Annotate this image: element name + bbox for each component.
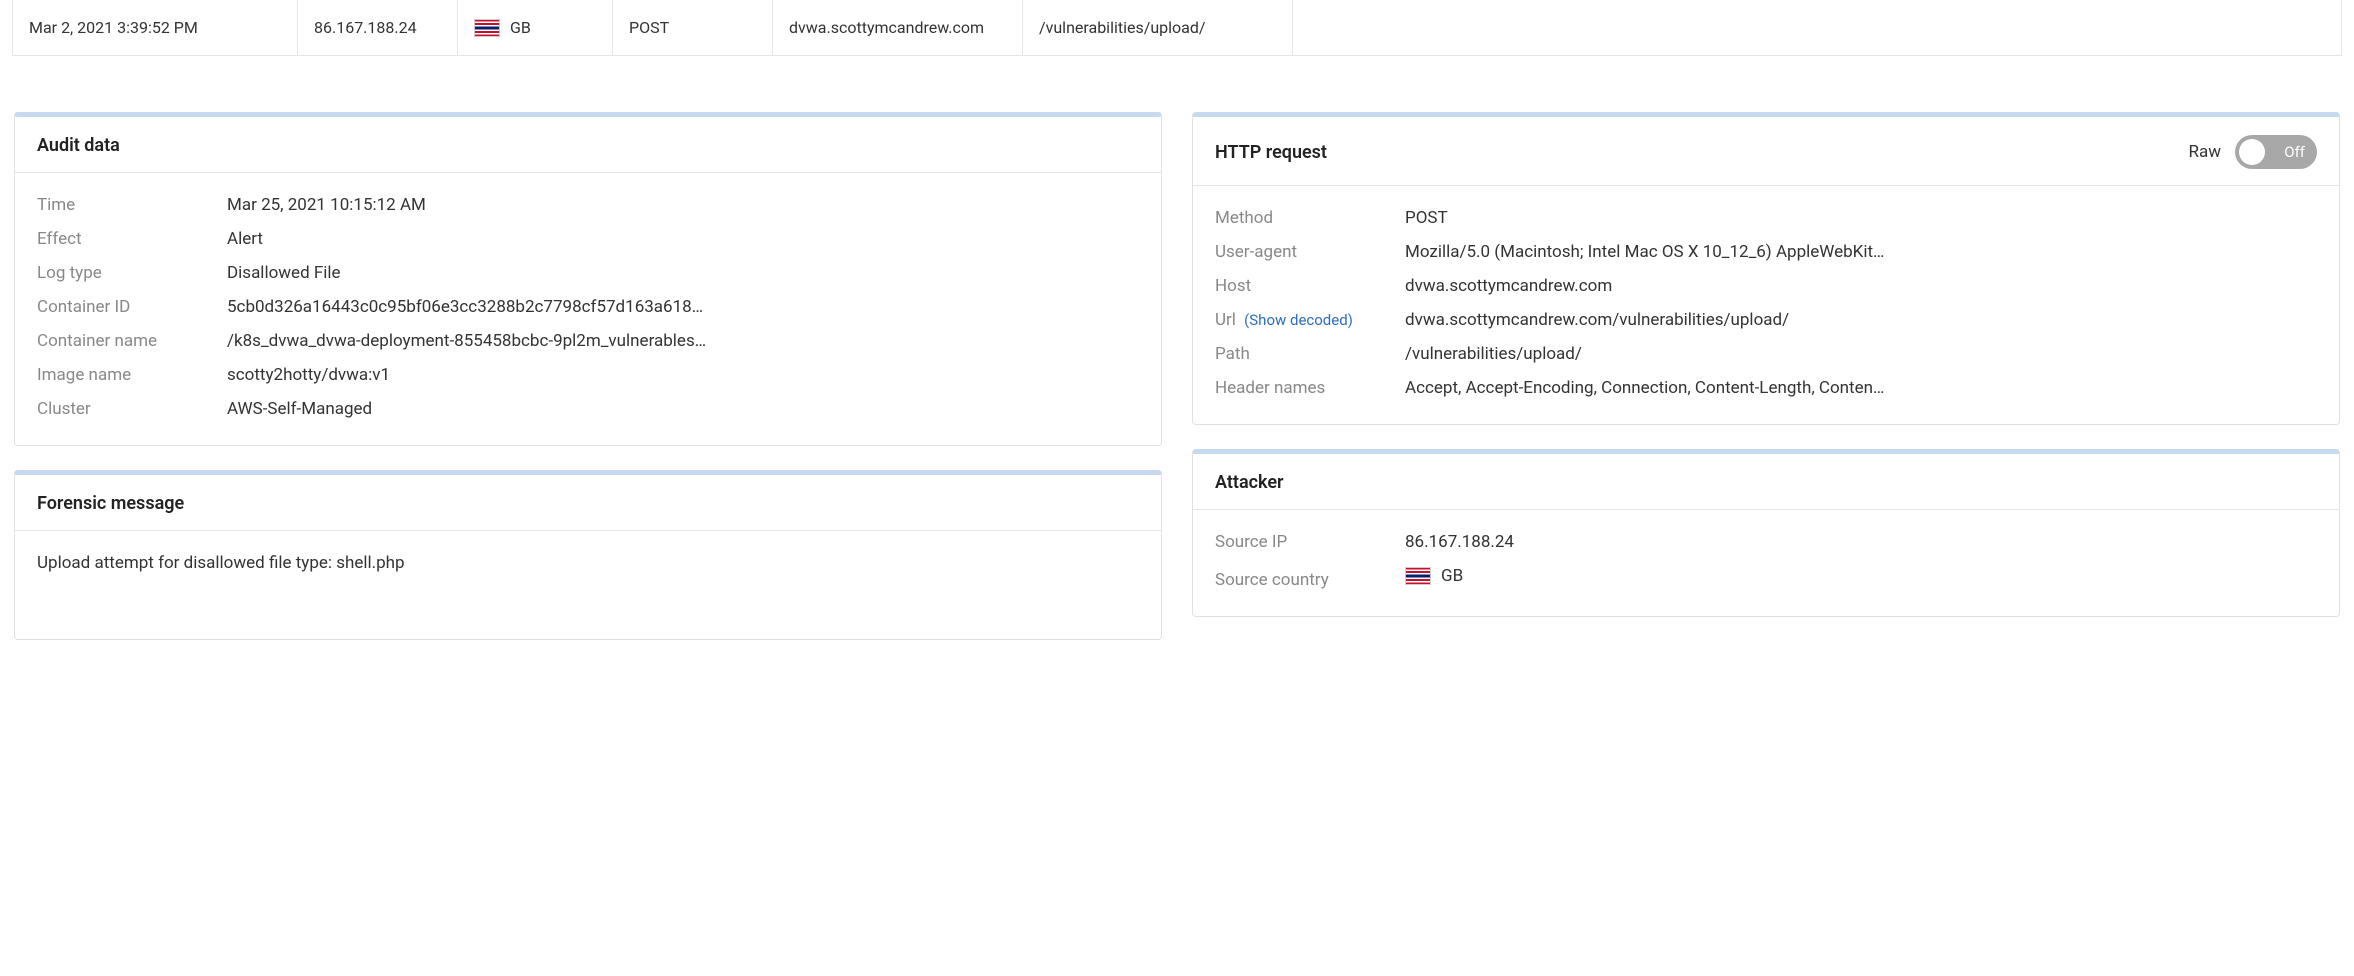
http-method-row: Method POST bbox=[1215, 208, 2317, 228]
event-date-cell: Mar 2, 2021 3:39:52 PM bbox=[13, 0, 298, 55]
attacker-sourcecountry-value: GB bbox=[1405, 566, 2317, 586]
show-decoded-link[interactable]: (Show decoded) bbox=[1244, 311, 1353, 329]
audit-containername-value: /k8s_dvwa_dvwa-deployment-855458bcbc-9pl… bbox=[227, 331, 1139, 351]
flag-gb-icon bbox=[474, 19, 500, 37]
forensic-message-body: Upload attempt for disallowed file type:… bbox=[15, 531, 1161, 639]
audit-data-title: Audit data bbox=[37, 135, 120, 156]
event-row[interactable]: Mar 2, 2021 3:39:52 PM 86.167.188.24 GB … bbox=[12, 0, 2342, 56]
event-host-cell: dvwa.scottymcandrew.com bbox=[773, 0, 1023, 55]
http-url-value: dvwa.scottymcandrew.com/vulnerabilities/… bbox=[1405, 310, 2317, 330]
http-headernames-row: Header names Accept, Accept-Encoding, Co… bbox=[1215, 378, 2317, 398]
event-url-cell: /vulnerabilities/upload/ bbox=[1023, 0, 1293, 55]
http-request-body: Method POST User-agent Mozilla/5.0 (Maci… bbox=[1193, 186, 2339, 424]
raw-toggle-wrap: Raw Off bbox=[2189, 135, 2318, 169]
toggle-knob-icon bbox=[2239, 139, 2265, 165]
audit-cluster-row: Cluster AWS-Self-Managed bbox=[37, 399, 1139, 419]
event-country-cell: GB bbox=[458, 0, 613, 55]
audit-logtype-row: Log type Disallowed File bbox=[37, 263, 1139, 283]
audit-time-label: Time bbox=[37, 195, 227, 215]
http-url-label-text: Url bbox=[1215, 310, 1236, 330]
http-headernames-value: Accept, Accept-Encoding, Connection, Con… bbox=[1405, 378, 2317, 398]
audit-containerid-row: Container ID 5cb0d326a16443c0c95bf06e3cc… bbox=[37, 297, 1139, 317]
http-host-value: dvwa.scottymcandrew.com bbox=[1405, 276, 2317, 296]
attacker-sourceip-value: 86.167.188.24 bbox=[1405, 532, 2317, 552]
audit-time-row: Time Mar 25, 2021 10:15:12 AM bbox=[37, 195, 1139, 215]
audit-containerid-label: Container ID bbox=[37, 297, 227, 317]
attacker-title: Attacker bbox=[1215, 472, 1284, 493]
event-country: GB bbox=[510, 18, 531, 37]
audit-data-header: Audit data bbox=[15, 117, 1161, 173]
raw-toggle-text: Off bbox=[2284, 143, 2305, 161]
http-useragent-label: User-agent bbox=[1215, 242, 1405, 262]
http-headernames-label: Header names bbox=[1215, 378, 1405, 398]
attacker-sourcecountry-label: Source country bbox=[1215, 570, 1405, 590]
left-column: Audit data Time Mar 25, 2021 10:15:12 AM… bbox=[14, 112, 1162, 640]
http-method-label: Method bbox=[1215, 208, 1405, 228]
audit-imagename-row: Image name scotty2hotty/dvwa:v1 bbox=[37, 365, 1139, 385]
event-host: dvwa.scottymcandrew.com bbox=[789, 18, 984, 37]
attacker-sourceip-label: Source IP bbox=[1215, 532, 1405, 552]
http-path-row: Path /vulnerabilities/upload/ bbox=[1215, 344, 2317, 364]
forensic-message-title: Forensic message bbox=[37, 493, 184, 514]
http-path-value: /vulnerabilities/upload/ bbox=[1405, 344, 2317, 364]
http-path-label: Path bbox=[1215, 344, 1405, 364]
audit-cluster-value: AWS-Self-Managed bbox=[227, 399, 1139, 419]
flag-gb-icon bbox=[1405, 567, 1431, 585]
audit-logtype-label: Log type bbox=[37, 263, 227, 283]
http-host-label: Host bbox=[1215, 276, 1405, 296]
audit-containername-row: Container name /k8s_dvwa_dvwa-deployment… bbox=[37, 331, 1139, 351]
attacker-sourcecountry-row: Source country GB bbox=[1215, 566, 2317, 590]
audit-data-body: Time Mar 25, 2021 10:15:12 AM Effect Ale… bbox=[15, 173, 1161, 445]
audit-cluster-label: Cluster bbox=[37, 399, 227, 419]
event-method-cell: POST bbox=[613, 0, 773, 55]
http-request-header: HTTP request Raw Off bbox=[1193, 117, 2339, 186]
http-method-value: POST bbox=[1405, 208, 2317, 228]
audit-effect-row: Effect Alert bbox=[37, 229, 1139, 249]
event-url: /vulnerabilities/upload/ bbox=[1039, 18, 1205, 37]
audit-containername-label: Container name bbox=[37, 331, 227, 351]
attacker-sourceip-row: Source IP 86.167.188.24 bbox=[1215, 532, 2317, 552]
audit-logtype-value: Disallowed File bbox=[227, 263, 1139, 283]
raw-label: Raw bbox=[2189, 142, 2222, 162]
audit-effect-value: Alert bbox=[227, 229, 1139, 249]
attacker-sourcecountry-text: GB bbox=[1441, 566, 1463, 586]
http-request-title: HTTP request bbox=[1215, 142, 1327, 163]
forensic-message-text: Upload attempt for disallowed file type:… bbox=[37, 553, 1139, 613]
audit-effect-label: Effect bbox=[37, 229, 227, 249]
audit-containerid-value: 5cb0d326a16443c0c95bf06e3cc3288b2c7798cf… bbox=[227, 297, 1139, 317]
event-empty-cell bbox=[1293, 0, 2341, 55]
http-url-label: Url (Show decoded) bbox=[1215, 310, 1405, 330]
http-useragent-value: Mozilla/5.0 (Macintosh; Intel Mac OS X 1… bbox=[1405, 242, 2317, 262]
attacker-body: Source IP 86.167.188.24 Source country G… bbox=[1193, 510, 2339, 616]
attacker-card: Attacker Source IP 86.167.188.24 Source … bbox=[1192, 449, 2340, 617]
audit-imagename-value: scotty2hotty/dvwa:v1 bbox=[227, 365, 1139, 385]
audit-time-value: Mar 25, 2021 10:15:12 AM bbox=[227, 195, 1139, 215]
right-column: HTTP request Raw Off Method POST User-ag… bbox=[1192, 112, 2340, 640]
forensic-message-header: Forensic message bbox=[15, 475, 1161, 531]
audit-imagename-label: Image name bbox=[37, 365, 227, 385]
event-ip-cell: 86.167.188.24 bbox=[298, 0, 458, 55]
raw-toggle[interactable]: Off bbox=[2235, 135, 2317, 169]
audit-data-card: Audit data Time Mar 25, 2021 10:15:12 AM… bbox=[14, 112, 1162, 446]
http-host-row: Host dvwa.scottymcandrew.com bbox=[1215, 276, 2317, 296]
details-grid: Audit data Time Mar 25, 2021 10:15:12 AM… bbox=[0, 56, 2354, 660]
http-useragent-row: User-agent Mozilla/5.0 (Macintosh; Intel… bbox=[1215, 242, 2317, 262]
attacker-header: Attacker bbox=[1193, 454, 2339, 510]
event-method: POST bbox=[629, 18, 669, 37]
event-ip: 86.167.188.24 bbox=[314, 18, 417, 37]
http-url-row: Url (Show decoded) dvwa.scottymcandrew.c… bbox=[1215, 310, 2317, 330]
event-date: Mar 2, 2021 3:39:52 PM bbox=[29, 18, 198, 37]
forensic-message-card: Forensic message Upload attempt for disa… bbox=[14, 470, 1162, 640]
http-request-card: HTTP request Raw Off Method POST User-ag… bbox=[1192, 112, 2340, 425]
